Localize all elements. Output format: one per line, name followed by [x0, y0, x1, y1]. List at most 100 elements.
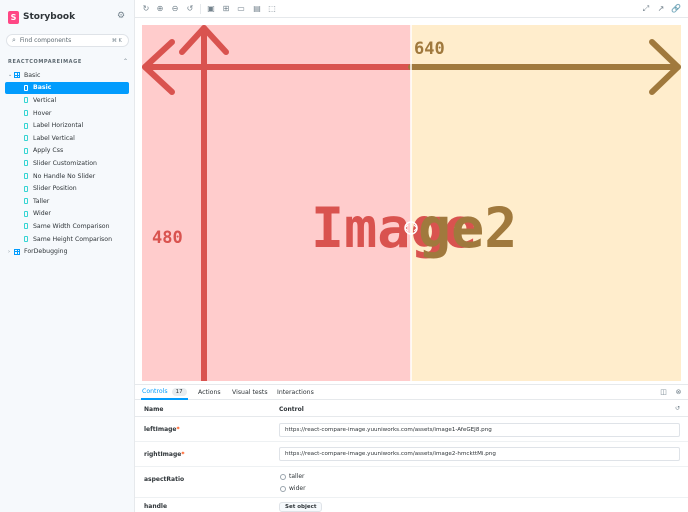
radio-circle[interactable]: [280, 485, 286, 492]
tree-story-label: Same Width Comparison: [33, 222, 110, 230]
story-icon: [24, 84, 28, 91]
tree-story-label: Label Horizontal: [33, 122, 84, 130]
reload-icon[interactable]: ↻: [141, 4, 151, 14]
tree-story-item[interactable]: Vertical: [5, 94, 129, 107]
link-icon[interactable]: 🔗: [671, 4, 681, 14]
tree-story-label: Slider Position: [33, 185, 77, 193]
gear-icon[interactable]: ⚙: [116, 11, 126, 21]
control-row-right-image: rightImage* https://react-compare-image.…: [135, 443, 688, 467]
zoom-reset-icon[interactable]: ↺: [185, 4, 195, 14]
width-label: 640: [414, 39, 445, 59]
brand-name: Storybook: [23, 12, 76, 22]
fullscreen-icon[interactable]: ⤢: [641, 4, 651, 14]
tab-label: Actions: [198, 389, 221, 396]
tree-story-item[interactable]: Same Width Comparison: [5, 220, 129, 233]
tab-label: Visual tests: [232, 389, 268, 396]
tree-story-item[interactable]: Apply Css: [5, 145, 129, 158]
close-panel-icon[interactable]: ⊗: [674, 388, 683, 397]
panel-orientation-icon[interactable]: ◫: [659, 388, 668, 397]
tree-story-item[interactable]: Hover: [5, 107, 129, 120]
search-icon: ⌕: [12, 36, 16, 44]
tree-story-label: Vertical: [33, 96, 57, 104]
addons-panel: Controls 17 Actions Visual tests Interac…: [135, 384, 688, 512]
story-icon: [24, 135, 28, 142]
story-icon: [24, 160, 28, 167]
outline-icon[interactable]: ⬚: [267, 4, 277, 14]
tree-story-label: No Handle No Slider: [33, 172, 96, 180]
tree-story-item[interactable]: Slider Customization: [5, 157, 129, 170]
control-name: handle: [144, 503, 168, 510]
tree-story-label: Hover: [33, 109, 52, 117]
tab-controls[interactable]: Controls 17: [141, 385, 188, 400]
control-name: aspectRatio: [144, 476, 185, 483]
tree-story-item[interactable]: Basic: [5, 81, 129, 95]
set-object-button[interactable]: Set object: [279, 502, 323, 512]
left-image-input[interactable]: https://react-compare-image.yuuniworks.c…: [279, 423, 680, 437]
zoom-out-icon[interactable]: ⊖: [170, 4, 180, 14]
controls-count-badge: 17: [171, 387, 187, 396]
right-image-input[interactable]: https://react-compare-image.yuuniworks.c…: [279, 447, 680, 461]
tree-group-fordebugging[interactable]: › ForDebugging: [5, 245, 129, 258]
radio-wider[interactable]: wider: [280, 485, 306, 492]
story-icon: [24, 147, 28, 154]
zoom-in-icon[interactable]: ⊕: [155, 4, 165, 14]
expand-collapse-icon[interactable]: ⌃: [123, 58, 128, 65]
radio-circle[interactable]: [280, 473, 286, 480]
storybook-logo-icon: S: [8, 10, 19, 24]
tree-group-basic[interactable]: ⌄ Basic: [5, 69, 129, 82]
controls-table-header: Name Control ↺: [135, 402, 688, 417]
tab-visual-tests[interactable]: Visual tests: [232, 385, 268, 400]
tab-label: Controls: [142, 388, 168, 395]
height-label: 480: [152, 228, 183, 248]
section-header[interactable]: REACTCOMPAREIMAGE ⌃: [8, 57, 128, 66]
preview-toolbar: ↻ ⊕ ⊖ ↺ ▣ ⊞ ▭ ▤ ⬚ ⤢ ↗ 🔗: [135, 0, 688, 18]
search-shortcut: ⌘ K: [111, 37, 122, 44]
right-image-label: ge2: [418, 196, 517, 260]
tree-story-item[interactable]: Label Vertical: [5, 132, 129, 145]
story-icon: [24, 122, 28, 129]
story-icon: [24, 97, 28, 104]
reset-controls-icon[interactable]: ↺: [675, 405, 680, 412]
sidebar: S Storybook ⚙ ⌕ ⌘ K REACTCOMPAREIMAGE ⌃ …: [0, 0, 135, 512]
tree-story-item[interactable]: Slider Position: [5, 182, 129, 195]
radio-label: taller: [289, 473, 305, 480]
control-row-handle: handle Set object: [135, 499, 688, 512]
grid-icon[interactable]: ⊞: [221, 4, 231, 14]
search-box[interactable]: ⌕ ⌘ K: [6, 34, 129, 47]
tab-actions[interactable]: Actions: [198, 385, 221, 400]
story-icon: [24, 236, 28, 243]
tree-story-label: Label Vertical: [33, 134, 75, 142]
tree-story-item[interactable]: Wider: [5, 208, 129, 221]
tree-group-label: Basic: [24, 71, 41, 79]
tree-story-item[interactable]: Same Height Comparison: [5, 233, 129, 246]
tree-story-label: Wider: [33, 210, 51, 218]
tree-story-label: Slider Customization: [33, 159, 97, 167]
component-icon: [14, 248, 20, 255]
tree-story-item[interactable]: Label Horizontal: [5, 119, 129, 132]
tree-story-label: Basic: [33, 84, 52, 92]
radio-taller[interactable]: taller: [280, 473, 305, 480]
open-new-tab-icon[interactable]: ↗: [656, 4, 666, 14]
control-name: leftImage*: [144, 426, 180, 433]
tab-interactions[interactable]: Interactions: [277, 385, 314, 400]
radio-label: wider: [289, 485, 306, 492]
tree-story-label: Same Height Comparison: [33, 235, 112, 243]
brand[interactable]: S Storybook: [8, 10, 75, 24]
control-name: rightImage*: [144, 451, 185, 458]
control-row-aspect-ratio: aspectRatio taller wider: [135, 468, 688, 498]
tree-story-item[interactable]: Taller: [5, 195, 129, 208]
measure-icon[interactable]: ▤: [252, 4, 262, 14]
preview-canvas: 480 640 Image ge2: [135, 18, 688, 384]
tree-group-label: ForDebugging: [24, 248, 68, 256]
story-icon: [24, 110, 28, 117]
search-input[interactable]: [19, 37, 108, 44]
compare-image[interactable]: 480 640 Image ge2: [142, 25, 681, 381]
toolbar-divider: [200, 4, 201, 14]
addon-tabs: Controls 17 Actions Visual tests Interac…: [135, 385, 688, 400]
story-icon: [24, 223, 28, 230]
viewport-icon[interactable]: ▭: [236, 4, 246, 14]
background-icon[interactable]: ▣: [206, 4, 216, 14]
tree-story-item[interactable]: No Handle No Slider: [5, 170, 129, 183]
story-icon: [24, 198, 28, 205]
tree-story-label: Apply Css: [33, 147, 64, 155]
